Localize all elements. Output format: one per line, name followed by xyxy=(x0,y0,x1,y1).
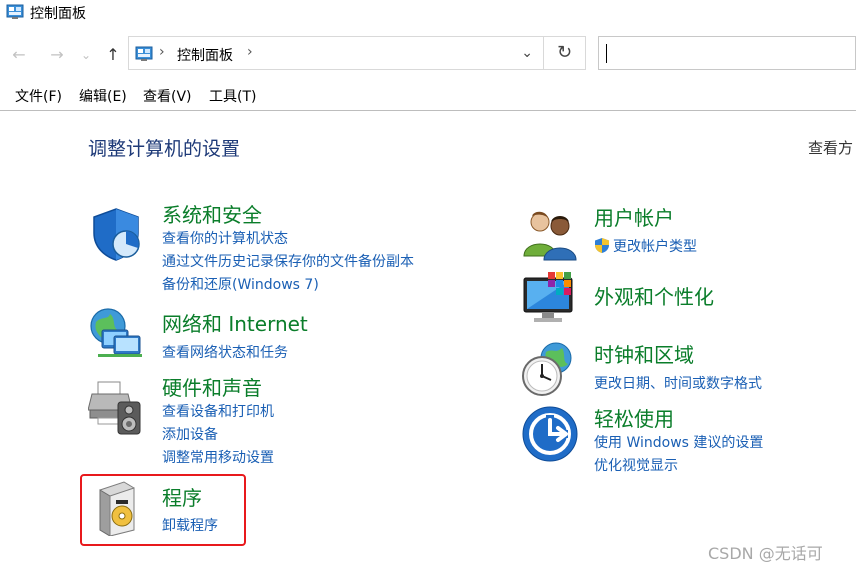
security-shield-icon[interactable] xyxy=(90,206,146,262)
network-globe-icon[interactable] xyxy=(88,306,144,362)
link-date-time-format[interactable]: 更改日期、时间或数字格式 xyxy=(594,373,762,393)
navigation-bar: ← → ⌄ ↑ › 控制面板 › ⌄ ↻ xyxy=(0,34,856,78)
up-button[interactable]: ↑ xyxy=(102,44,124,66)
link-optimize-visual-display[interactable]: 优化视觉显示 xyxy=(594,455,678,475)
address-bar[interactable]: › 控制面板 › ⌄ xyxy=(128,36,544,70)
link-windows-recommended-settings[interactable]: 使用 Windows 建议的设置 xyxy=(594,432,763,452)
category-system-security[interactable]: 系统和安全 xyxy=(162,199,262,228)
menu-view[interactable]: 查看(V) xyxy=(143,86,192,106)
category-appearance-personalization[interactable]: 外观和个性化 xyxy=(594,281,714,310)
breadcrumb-separator[interactable]: › xyxy=(247,44,253,60)
menu-edit[interactable]: 编辑(E) xyxy=(79,86,127,106)
category-hardware-sound[interactable]: 硬件和声音 xyxy=(162,372,262,401)
link-file-history-backup[interactable]: 通过文件历史记录保存你的文件备份副本 xyxy=(162,251,414,271)
menu-tools[interactable]: 工具(T) xyxy=(209,86,256,106)
back-button[interactable]: ← xyxy=(8,44,30,66)
link-view-computer-status[interactable]: 查看你的计算机状态 xyxy=(162,228,288,248)
link-backup-restore-win7[interactable]: 备份和还原(Windows 7) xyxy=(162,274,319,294)
users-icon[interactable] xyxy=(522,206,578,262)
title-bar: 控制面板 xyxy=(0,0,856,26)
link-devices-printers[interactable]: 查看设备和打印机 xyxy=(162,401,274,421)
breadcrumb-separator[interactable]: › xyxy=(159,44,165,60)
category-network-internet[interactable]: 网络和 Internet xyxy=(162,308,308,337)
category-clock-region[interactable]: 时钟和区域 xyxy=(594,339,694,368)
address-dropdown-button[interactable]: ⌄ xyxy=(521,45,533,61)
uac-shield-icon xyxy=(595,238,609,253)
printer-speaker-icon[interactable] xyxy=(88,380,144,436)
annotation-highlight-box xyxy=(80,474,246,546)
link-mobility-settings[interactable]: 调整常用移动设置 xyxy=(162,447,274,467)
control-panel-icon xyxy=(6,4,24,19)
link-change-account-type[interactable]: 更改帐户类型 xyxy=(594,236,697,256)
refresh-button[interactable]: ↻ xyxy=(544,36,586,70)
breadcrumb-control-panel[interactable]: 控制面板 xyxy=(177,45,233,65)
monitor-palette-icon[interactable] xyxy=(522,270,578,326)
clock-globe-icon[interactable] xyxy=(520,342,576,398)
view-by-label[interactable]: 查看方 xyxy=(808,137,853,158)
category-user-accounts[interactable]: 用户帐户 xyxy=(594,202,674,231)
menu-bar: 文件(F) 编辑(E) 查看(V) 工具(T) xyxy=(0,82,856,111)
recent-locations-button[interactable]: ⌄ xyxy=(78,44,94,66)
link-network-status[interactable]: 查看网络状态和任务 xyxy=(162,342,288,362)
watermark: CSDN @无话可 xyxy=(708,544,823,563)
ease-of-access-icon[interactable] xyxy=(522,406,578,462)
menu-file[interactable]: 文件(F) xyxy=(15,86,62,106)
text-caret xyxy=(606,44,607,63)
search-input[interactable] xyxy=(598,36,856,70)
category-ease-of-access[interactable]: 轻松使用 xyxy=(594,403,674,432)
forward-button[interactable]: → xyxy=(46,44,68,66)
page-title: 调整计算机的设置 xyxy=(88,138,241,160)
link-change-account-type-label[interactable]: 更改帐户类型 xyxy=(613,239,697,255)
control-panel-icon xyxy=(135,46,153,61)
window-title: 控制面板 xyxy=(30,6,86,22)
link-add-device[interactable]: 添加设备 xyxy=(162,424,218,444)
